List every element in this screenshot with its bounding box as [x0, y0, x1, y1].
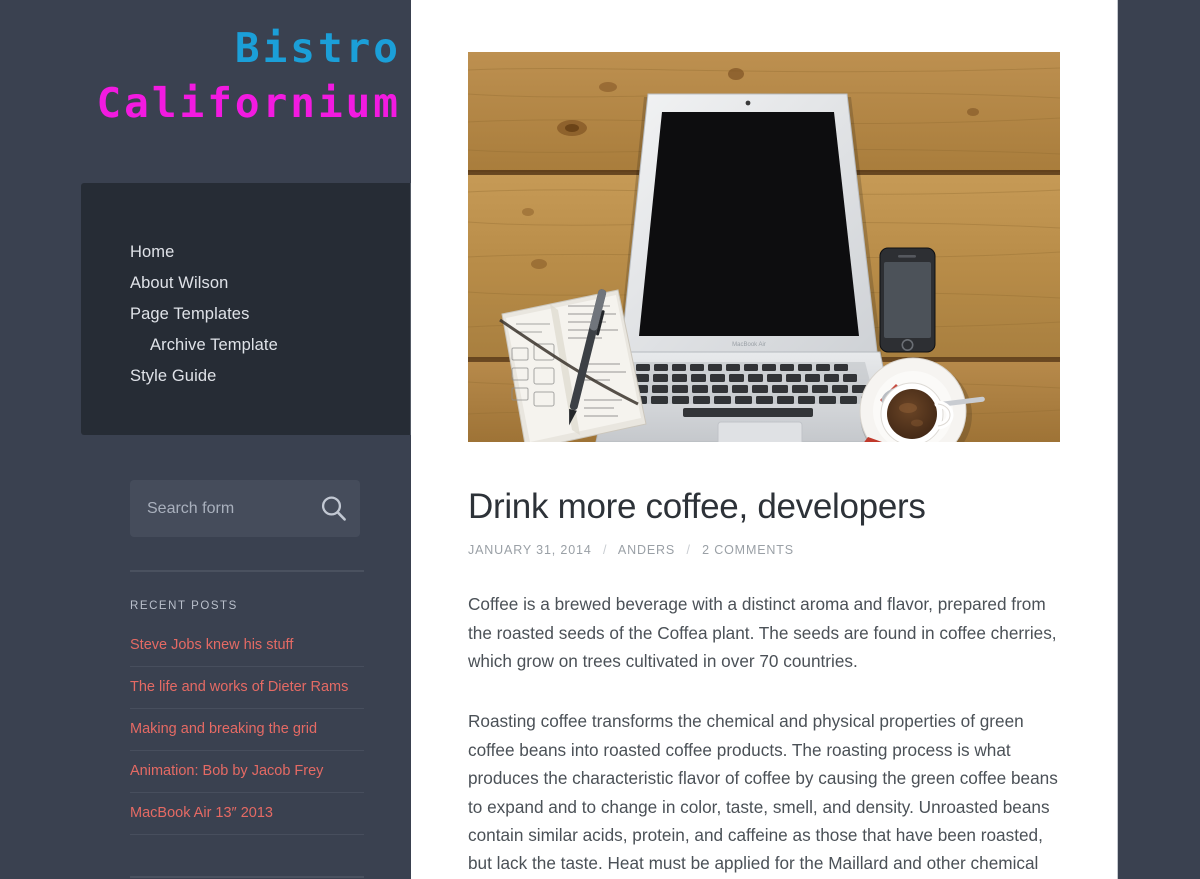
recent-post-link[interactable]: The life and works of Dieter Rams: [130, 667, 364, 708]
recent-post-link[interactable]: Steve Jobs knew his stuff: [130, 625, 364, 666]
search-submit-button[interactable]: [318, 493, 350, 525]
page-root: Bistro Californium Home About Wilson Pag…: [0, 0, 1200, 879]
widget-divider: [130, 570, 364, 572]
main-content: MacBook Air Drink more coffee, developer…: [411, 0, 1118, 879]
search-icon: [321, 496, 346, 521]
post-meta: January 31, 2014 / Anders / 2 Comments: [468, 543, 1060, 557]
sidebar-item-archive-template[interactable]: Archive Template: [81, 330, 411, 361]
nav-item: Style Guide: [81, 361, 411, 392]
recent-post-link[interactable]: Making and breaking the grid: [130, 709, 364, 750]
post-article: MacBook Air Drink more coffee, developer…: [411, 0, 1118, 879]
list-item: The life and works of Dieter Rams: [130, 667, 364, 709]
nav-list: Home About Wilson Page Templates Archive…: [81, 183, 411, 392]
sidebar-item-page-templates[interactable]: Page Templates: [81, 299, 411, 330]
right-gutter: [1118, 0, 1200, 879]
search-form: [130, 480, 360, 537]
list-item: MacBook Air 13″ 2013: [130, 793, 364, 835]
nav-item: Page Templates: [81, 299, 411, 330]
site-title-line-2: Californium: [96, 79, 401, 127]
sidebar: Bistro Californium Home About Wilson Pag…: [0, 0, 411, 879]
nav-item: About Wilson: [81, 268, 411, 299]
nav-item: Home: [81, 237, 411, 268]
recent-posts-list: Steve Jobs knew his stuff The life and w…: [130, 625, 364, 835]
site-branding[interactable]: Bistro Californium: [0, 0, 411, 124]
sidebar-bottom-divider: [130, 876, 364, 878]
sidebar-item-style-guide[interactable]: Style Guide: [81, 361, 411, 392]
featured-image[interactable]: MacBook Air: [468, 52, 1060, 442]
list-item: Steve Jobs knew his stuff: [130, 625, 364, 667]
site-title-line-1: Bistro: [234, 24, 401, 72]
recent-posts-heading: Recent Posts: [130, 600, 238, 612]
recent-post-link[interactable]: MacBook Air 13″ 2013: [130, 793, 364, 834]
post-comments-link[interactable]: 2 Comments: [702, 543, 794, 557]
sidebar-widgets: Recent Posts Steve Jobs knew his stuff T…: [0, 480, 411, 835]
post-paragraph: Roasting coffee transforms the chemical …: [468, 711, 1058, 874]
primary-navigation: Home About Wilson Page Templates Archive…: [81, 183, 411, 435]
list-item: Animation: Bob by Jacob Frey: [130, 751, 364, 793]
nav-item: Archive Template: [81, 330, 411, 361]
meta-separator: /: [602, 543, 608, 558]
featured-image-graphic: MacBook Air: [468, 52, 1060, 442]
svg-text:MacBook Air: MacBook Air: [732, 342, 766, 348]
post-author-link[interactable]: Anders: [618, 543, 675, 557]
post-paragraph: Coffee is a brewed beverage with a disti…: [468, 594, 1057, 671]
sidebar-item-about-wilson[interactable]: About Wilson: [81, 268, 411, 299]
meta-separator: /: [686, 543, 691, 558]
list-item: Making and breaking the grid: [130, 709, 364, 751]
sidebar-item-home[interactable]: Home: [81, 237, 411, 268]
recent-post-link[interactable]: Animation: Bob by Jacob Frey: [130, 751, 364, 792]
page-title: Drink more coffee, developers: [468, 487, 926, 526]
post-date-link[interactable]: January 31, 2014: [468, 543, 592, 557]
post-content: Coffee is a brewed beverage with a disti…: [468, 590, 1060, 879]
